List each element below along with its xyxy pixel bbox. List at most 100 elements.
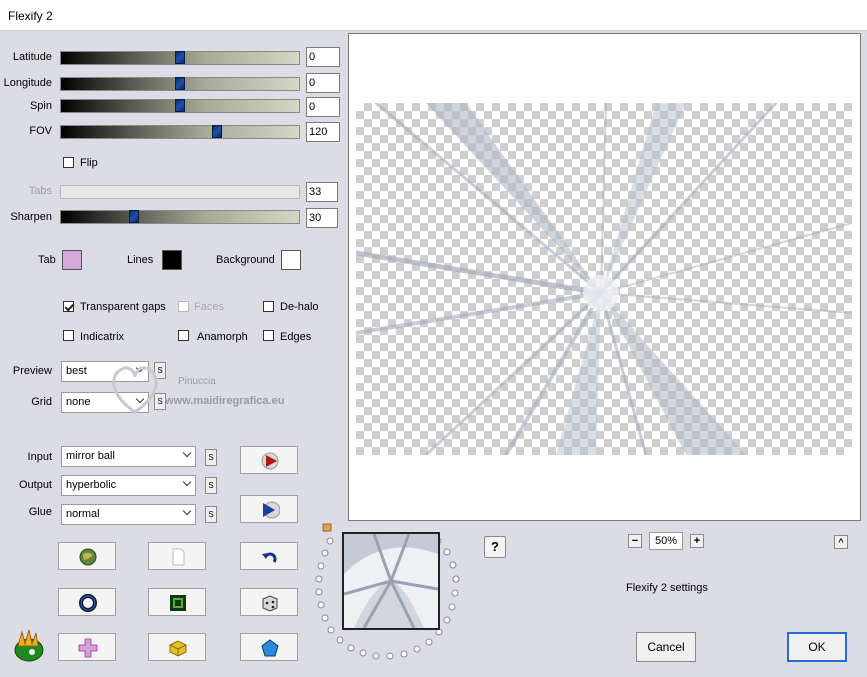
puzzle-button[interactable] <box>58 633 116 661</box>
output-select[interactable]: hyperbolic <box>61 475 196 496</box>
longitude-slider[interactable] <box>60 77 300 91</box>
cube-button[interactable] <box>148 633 206 661</box>
play-blue-button[interactable] <box>240 495 298 523</box>
preview-canvas[interactable] <box>348 33 861 521</box>
input-select-label: Input <box>27 451 52 463</box>
square-icon <box>170 595 186 611</box>
anamorph-checkbox[interactable] <box>178 330 189 341</box>
cube-icon <box>169 640 187 657</box>
gem-icon <box>261 639 279 657</box>
collapse-button[interactable]: ^ <box>834 535 848 549</box>
heart-watermark-icon <box>112 366 158 414</box>
dice-button[interactable] <box>240 588 298 616</box>
undo-button[interactable] <box>240 542 298 570</box>
page-icon <box>172 548 185 566</box>
preset-thumbnail[interactable] <box>342 532 440 630</box>
gem-button[interactable] <box>240 633 298 661</box>
edges-label: Edges <box>280 331 312 343</box>
longitude-thumb[interactable] <box>175 77 185 90</box>
lines-color-swatch[interactable] <box>162 250 182 270</box>
chevron-down-icon <box>182 506 192 516</box>
tabs-field[interactable]: 33 <box>306 182 338 202</box>
input-select[interactable]: mirror ball <box>61 446 196 467</box>
faces-checkbox <box>178 301 189 312</box>
help-button[interactable]: ? <box>484 536 506 558</box>
fov-thumb[interactable] <box>212 125 222 138</box>
fov-slider[interactable] <box>60 125 300 139</box>
longitude-field[interactable]: 0 <box>306 73 340 93</box>
latitude-field[interactable]: 0 <box>306 47 340 67</box>
globe-button[interactable] <box>58 542 116 570</box>
preview-select-label: Preview <box>12 365 52 377</box>
undo-icon <box>262 552 277 563</box>
zoom-out-button[interactable]: − <box>628 534 642 548</box>
preview-image <box>356 103 852 455</box>
sharpen-label: Sharpen <box>10 211 52 223</box>
logo-icon <box>14 629 44 662</box>
tab-color-swatch[interactable] <box>62 250 82 270</box>
square-button[interactable] <box>148 588 206 616</box>
thumbnail-image <box>344 534 438 628</box>
glue-select-label: Glue <box>28 506 52 518</box>
output-s-button[interactable]: S <box>205 477 217 494</box>
glue-select[interactable]: normal <box>61 504 196 525</box>
indicatrix-checkbox[interactable] <box>63 330 74 341</box>
dice-icon <box>262 595 278 612</box>
background-color-swatch[interactable] <box>281 250 301 270</box>
ring-button[interactable] <box>58 588 116 616</box>
de-halo-label: De-halo <box>280 301 319 313</box>
puzzle-icon <box>78 638 98 658</box>
watermark-line2: www.maidiregrafica.eu <box>165 395 285 407</box>
latitude-slider[interactable] <box>60 51 300 65</box>
output-select-label: Output <box>18 479 52 491</box>
grid-select-value: none <box>66 396 91 408</box>
play-blue-icon <box>263 501 280 519</box>
chevron-down-icon <box>182 477 192 487</box>
title-bar: Flexify 2 <box>0 0 867 31</box>
indicatrix-label: Indicatrix <box>80 331 125 343</box>
transparent-gaps-label: Transparent gaps <box>80 301 166 313</box>
latitude-thumb[interactable] <box>175 51 185 64</box>
background-color-label: Background <box>216 254 275 266</box>
sharpen-thumb[interactable] <box>129 210 139 223</box>
play-red-button[interactable] <box>240 446 298 474</box>
de-halo-checkbox[interactable] <box>263 301 274 312</box>
zoom-level: 50% <box>649 532 683 550</box>
transparent-gaps-checkbox[interactable] <box>63 301 74 312</box>
longitude-label: Longitude <box>3 77 52 89</box>
ring-icon <box>79 594 97 612</box>
edges-checkbox[interactable] <box>263 330 274 341</box>
grid-select-label: Grid <box>31 396 52 408</box>
tabs-slider <box>60 185 300 199</box>
sharpen-field[interactable]: 30 <box>306 208 338 228</box>
tabs-label: Tabs <box>28 185 52 197</box>
latitude-label: Latitude <box>12 51 52 63</box>
fov-field[interactable]: 120 <box>306 122 340 142</box>
preview-select-value: best <box>66 365 87 377</box>
play-red-icon <box>261 452 279 470</box>
ok-button[interactable]: OK <box>787 632 847 662</box>
flip-checkbox[interactable] <box>63 157 74 168</box>
spin-thumb[interactable] <box>175 99 185 112</box>
input-s-button[interactable]: S <box>205 449 217 466</box>
anamorph-label: Anamorph <box>197 331 248 343</box>
page-button[interactable] <box>148 542 206 570</box>
spin-field[interactable]: 0 <box>306 97 340 117</box>
tab-color-label: Tab <box>38 254 56 266</box>
glue-select-value: normal <box>66 508 100 520</box>
help-icon: ? <box>491 539 499 554</box>
spin-slider[interactable] <box>60 99 300 113</box>
glue-s-button[interactable]: S <box>205 506 217 523</box>
cancel-button[interactable]: Cancel <box>636 632 696 662</box>
globe-icon <box>79 548 97 566</box>
status-text: Flexify 2 settings <box>626 582 708 594</box>
zoom-in-button[interactable]: + <box>690 534 704 548</box>
chevron-down-icon <box>182 448 192 458</box>
fov-label: FOV <box>29 125 52 137</box>
flip-label: Flip <box>80 157 98 169</box>
sharpen-slider[interactable] <box>60 210 300 224</box>
window-title: Flexify 2 <box>8 9 53 23</box>
input-select-value: mirror ball <box>66 450 115 462</box>
lines-color-label: Lines <box>127 254 154 266</box>
watermark-line1: Pinuccia <box>178 376 216 387</box>
